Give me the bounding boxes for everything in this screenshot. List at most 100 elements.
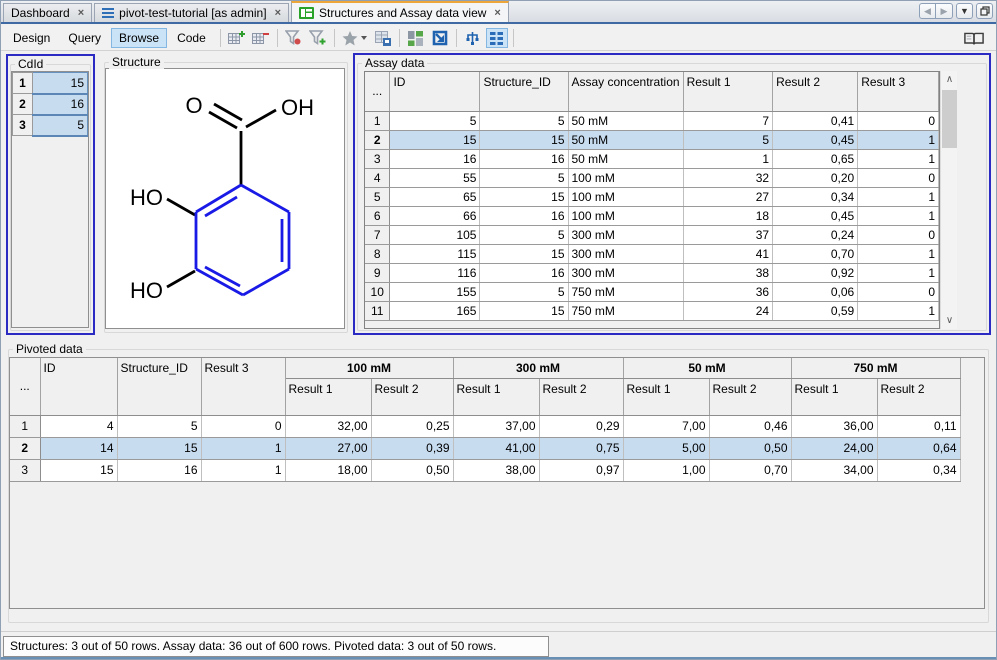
close-icon[interactable]: × bbox=[494, 7, 500, 19]
assay-cell[interactable]: 1 bbox=[858, 263, 939, 282]
assay-column-header[interactable]: Result 1 bbox=[683, 72, 773, 111]
assay-cell[interactable]: 15 bbox=[480, 130, 568, 149]
assay-cell[interactable]: 16 bbox=[480, 149, 568, 168]
pivot-subcolumn-header[interactable]: Result 1 bbox=[791, 378, 877, 415]
assay-column-header[interactable]: Result 2 bbox=[773, 72, 858, 111]
query-mode-button[interactable]: Query bbox=[60, 28, 109, 48]
assay-table-row[interactable]: 4555100 mM320,200 bbox=[365, 168, 939, 187]
assay-cell[interactable]: 115 bbox=[390, 244, 480, 263]
pivot-cell[interactable]: 0,46 bbox=[709, 415, 791, 437]
pivot-cell[interactable]: 1 bbox=[201, 437, 285, 459]
pivot-cell[interactable]: 0,64 bbox=[877, 437, 960, 459]
assay-cell[interactable]: 750 mM bbox=[568, 282, 683, 301]
assay-cell[interactable]: 165 bbox=[390, 301, 480, 320]
pivot-table-viewport[interactable]: ...IDStructure_IDResult 3100 mM300 mM50 … bbox=[9, 357, 985, 609]
assay-cell[interactable]: 5 bbox=[390, 111, 480, 130]
assay-table-row[interactable]: 66616100 mM180,451 bbox=[365, 206, 939, 225]
tab-pivot-test-tutorial[interactable]: pivot-test-tutorial [as admin] × bbox=[94, 3, 289, 22]
pivot-table-row[interactable]: 145032,000,2537,000,297,000,4636,000,11 bbox=[10, 415, 960, 437]
assay-cell[interactable]: 0,41 bbox=[773, 111, 858, 130]
assay-cell[interactable]: 41 bbox=[683, 244, 773, 263]
assay-cell[interactable]: 16 bbox=[480, 263, 568, 282]
assay-table-row[interactable]: 911616300 mM380,921 bbox=[365, 263, 939, 282]
tab-structures-assay-view[interactable]: Structures and Assay data view × bbox=[291, 1, 509, 22]
assay-cell[interactable]: 15 bbox=[480, 244, 568, 263]
assay-cell[interactable]: 116 bbox=[390, 263, 480, 282]
pivot-group-header[interactable]: 50 mM bbox=[623, 358, 791, 378]
pivot-cell[interactable]: 1 bbox=[201, 459, 285, 481]
pivot-subcolumn-header[interactable]: Result 1 bbox=[453, 378, 539, 415]
assay-cell[interactable]: 38 bbox=[683, 263, 773, 282]
structure-canvas[interactable]: O OH HO HO bbox=[105, 68, 345, 329]
assay-cell[interactable]: 5 bbox=[480, 111, 568, 130]
pivot-cell[interactable]: 0,70 bbox=[709, 459, 791, 481]
assay-cell[interactable]: 0,70 bbox=[773, 244, 858, 263]
assay-cell[interactable]: 0,20 bbox=[773, 168, 858, 187]
close-icon[interactable]: × bbox=[78, 7, 84, 19]
assay-table-row[interactable]: 71055300 mM370,240 bbox=[365, 225, 939, 244]
assay-cell[interactable]: 1 bbox=[858, 130, 939, 149]
assay-cell[interactable]: 155 bbox=[390, 282, 480, 301]
pivot-cell[interactable]: 0,11 bbox=[877, 415, 960, 437]
pivot-subcolumn-header[interactable]: Result 2 bbox=[877, 378, 960, 415]
pivot-cell[interactable]: 1,00 bbox=[623, 459, 709, 481]
assay-cell[interactable]: 1 bbox=[683, 149, 773, 168]
assay-column-header[interactable]: Assay concentration bbox=[568, 72, 683, 111]
assay-cell[interactable]: 24 bbox=[683, 301, 773, 320]
pivot-subcolumn-header[interactable]: Result 1 bbox=[623, 378, 709, 415]
pivot-cell[interactable]: 0,29 bbox=[539, 415, 623, 437]
assay-cell[interactable]: 0,06 bbox=[773, 282, 858, 301]
assay-cell[interactable]: 1 bbox=[858, 301, 939, 320]
assay-cell[interactable]: 65 bbox=[390, 187, 480, 206]
pivot-cell[interactable]: 4 bbox=[40, 415, 117, 437]
insert-row-icon[interactable] bbox=[226, 28, 248, 48]
assay-cell[interactable]: 100 mM bbox=[568, 168, 683, 187]
assay-cell[interactable]: 0 bbox=[858, 168, 939, 187]
assay-cell[interactable]: 16 bbox=[390, 149, 480, 168]
pivot-cell[interactable]: 18,00 bbox=[285, 459, 371, 481]
assay-cell[interactable]: 37 bbox=[683, 225, 773, 244]
assay-cell[interactable]: 15 bbox=[390, 130, 480, 149]
assay-cell[interactable]: 16 bbox=[480, 206, 568, 225]
pivot-cell[interactable]: 0,75 bbox=[539, 437, 623, 459]
pivot-cell[interactable]: 32,00 bbox=[285, 415, 371, 437]
pivot-cell[interactable]: 5 bbox=[117, 415, 201, 437]
pivot-cell[interactable]: 15 bbox=[117, 437, 201, 459]
scroll-down-icon[interactable]: ∨ bbox=[941, 312, 958, 329]
scroll-tabs-left-button[interactable]: ◀ bbox=[919, 3, 936, 19]
pivot-cell[interactable]: 7,00 bbox=[623, 415, 709, 437]
pivot-column-header[interactable]: Structure_ID bbox=[117, 358, 201, 415]
pivot-cell[interactable]: 14 bbox=[40, 437, 117, 459]
assay-cell[interactable]: 100 mM bbox=[568, 187, 683, 206]
pivot-subcolumn-header[interactable]: Result 2 bbox=[371, 378, 453, 415]
assay-cell[interactable]: 0,24 bbox=[773, 225, 858, 244]
tab-dashboard[interactable]: Dashboard × bbox=[3, 3, 92, 22]
assay-cell[interactable]: 18 bbox=[683, 206, 773, 225]
pivot-cell[interactable]: 5,00 bbox=[623, 437, 709, 459]
assay-cell[interactable]: 300 mM bbox=[568, 263, 683, 282]
assay-cell[interactable]: 0,45 bbox=[773, 130, 858, 149]
pivot-group-header[interactable]: 300 mM bbox=[453, 358, 623, 378]
pivot-cell[interactable]: 0,97 bbox=[539, 459, 623, 481]
assay-cell[interactable]: 15 bbox=[480, 301, 568, 320]
assay-cell[interactable]: 32 bbox=[683, 168, 773, 187]
assay-table-row[interactable]: 2151550 mM50,451 bbox=[365, 130, 939, 149]
assay-cell[interactable]: 0 bbox=[858, 111, 939, 130]
pivot-cell[interactable]: 0,50 bbox=[709, 437, 791, 459]
assay-cell[interactable]: 105 bbox=[390, 225, 480, 244]
pivot-column-header[interactable]: Result 3 bbox=[201, 358, 285, 415]
filter-remove-icon[interactable] bbox=[283, 28, 305, 48]
assay-cell[interactable]: 5 bbox=[480, 225, 568, 244]
pivot-subcolumn-header[interactable]: Result 2 bbox=[709, 378, 791, 415]
pivot-column-header[interactable]: ID bbox=[40, 358, 117, 415]
widget-layout-icon[interactable] bbox=[405, 28, 427, 48]
assay-cell[interactable]: 66 bbox=[390, 206, 480, 225]
pivot-table-row[interactable]: 21415127,000,3941,000,755,000,5024,000,6… bbox=[10, 437, 960, 459]
form-view-icon[interactable] bbox=[372, 28, 394, 48]
pivot-cell[interactable]: 0,50 bbox=[371, 459, 453, 481]
assay-cell[interactable]: 0,34 bbox=[773, 187, 858, 206]
assay-cell[interactable]: 750 mM bbox=[568, 301, 683, 320]
assay-vertical-scrollbar[interactable]: ∧ ∨ bbox=[940, 71, 957, 329]
assay-cell[interactable]: 100 mM bbox=[568, 206, 683, 225]
pivot-cell[interactable]: 15 bbox=[40, 459, 117, 481]
